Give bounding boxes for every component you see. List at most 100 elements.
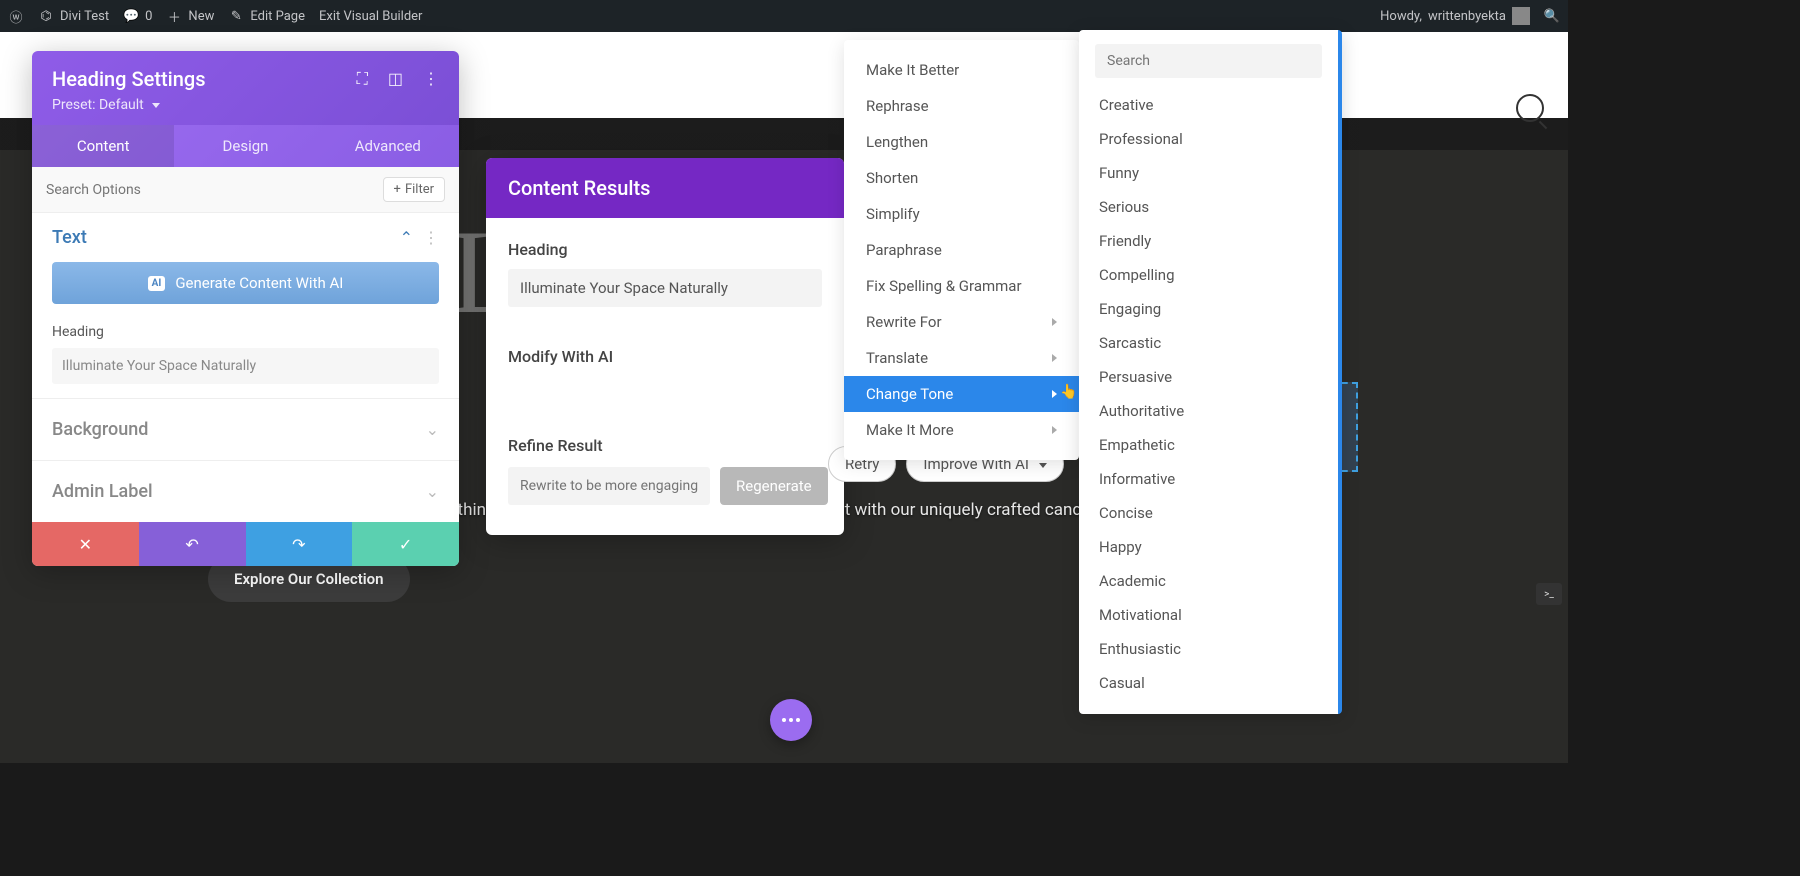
content-results-title: Content Results	[486, 158, 844, 218]
tone-item-compelling[interactable]: Compelling	[1095, 258, 1322, 292]
heading-input[interactable]	[52, 348, 439, 384]
heading-field-label: Heading	[52, 324, 439, 340]
avatar	[1512, 7, 1530, 25]
search-options-input[interactable]	[46, 182, 383, 198]
wp-logo[interactable]: ⓦ	[8, 8, 24, 24]
plus-icon: +	[394, 182, 401, 197]
cursor-icon: 👆	[1060, 384, 1077, 400]
wordpress-icon: ⓦ	[8, 8, 24, 24]
settings-tabs: Content Design Advanced	[32, 125, 459, 167]
redo-button[interactable]: ↷	[246, 522, 353, 566]
save-button[interactable]: ✓	[352, 522, 459, 566]
result-heading-label: Heading	[508, 240, 822, 259]
undo-button[interactable]: ↶	[139, 522, 246, 566]
ai-item-translate[interactable]: Translate	[844, 340, 1079, 376]
ai-item-fix-spelling-grammar[interactable]: Fix Spelling & Grammar	[844, 268, 1079, 304]
exit-vb-label: Exit Visual Builder	[319, 9, 422, 24]
preset-selector[interactable]: Preset: Default	[52, 97, 439, 113]
wp-admin-bar: ⓦ ⌬Divi Test 💬0 ＋New ✎Edit Page Exit Vis…	[0, 0, 1568, 32]
tone-submenu: CreativeProfessionalFunnySeriousFriendly…	[1079, 30, 1342, 714]
ai-item-rewrite-for[interactable]: Rewrite For	[844, 304, 1079, 340]
chevron-right-icon	[1052, 352, 1057, 365]
howdy-user: writtenbyekta	[1428, 9, 1506, 24]
tone-item-creative[interactable]: Creative	[1095, 88, 1322, 122]
site-name[interactable]: ⌬ Divi Test	[38, 8, 109, 24]
tab-design[interactable]: Design	[174, 125, 316, 167]
preset-label: Preset: Default	[52, 97, 144, 113]
refine-result-label: Refine Result	[508, 436, 822, 455]
chevron-up-icon[interactable]: ⌃	[400, 228, 413, 247]
ai-actions-menu: Make It BetterRephraseLengthenShortenSim…	[844, 40, 1079, 460]
tone-item-motivational[interactable]: Motivational	[1095, 598, 1322, 632]
tone-item-informative[interactable]: Informative	[1095, 462, 1322, 496]
comments-count: 0	[145, 9, 152, 24]
dashboard-icon: ⌬	[38, 8, 54, 24]
refine-input[interactable]	[508, 467, 710, 505]
tone-item-engaging[interactable]: Engaging	[1095, 292, 1322, 326]
new-label: New	[188, 9, 214, 24]
generate-content-ai-button[interactable]: AIGenerate Content With AI	[52, 262, 439, 304]
tone-item-authoritative[interactable]: Authoritative	[1095, 394, 1322, 428]
expand-icon[interactable]: ⛶	[357, 69, 368, 89]
tone-item-sarcastic[interactable]: Sarcastic	[1095, 326, 1322, 360]
section-more-icon[interactable]: ⋮	[423, 228, 439, 247]
cancel-button[interactable]: ✕	[32, 522, 139, 566]
search-toggle[interactable]: 🔍	[1544, 8, 1560, 24]
ai-item-make-it-better[interactable]: Make It Better	[844, 52, 1079, 88]
modify-with-ai-label: Modify With AI	[508, 347, 822, 366]
divi-fab-button[interactable]	[770, 699, 812, 741]
admin-label-section-title[interactable]: Admin Label	[52, 481, 153, 502]
ai-item-rephrase[interactable]: Rephrase	[844, 88, 1079, 124]
ai-item-change-tone[interactable]: Change Tone	[844, 376, 1079, 412]
tab-advanced[interactable]: Advanced	[317, 125, 459, 167]
ai-item-make-it-more[interactable]: Make It More	[844, 412, 1079, 448]
ai-item-lengthen[interactable]: Lengthen	[844, 124, 1079, 160]
panel-title: Heading Settings	[52, 67, 206, 91]
tone-item-academic[interactable]: Academic	[1095, 564, 1322, 598]
exit-vb-link[interactable]: Exit Visual Builder	[319, 9, 422, 24]
tone-item-concise[interactable]: Concise	[1095, 496, 1322, 530]
tone-search-input[interactable]	[1095, 44, 1322, 78]
result-heading-value: Illuminate Your Space Naturally	[508, 269, 822, 307]
chevron-right-icon	[1052, 424, 1057, 437]
chevron-down-icon[interactable]: ⌄	[426, 482, 439, 501]
dev-console-badge[interactable]: >_	[1536, 583, 1562, 605]
filter-label: Filter	[405, 182, 434, 197]
snap-icon[interactable]: ◫	[388, 69, 403, 89]
comment-icon: 💬	[123, 8, 139, 24]
text-section-title[interactable]: Text	[52, 227, 87, 248]
background-section-title[interactable]: Background	[52, 419, 148, 440]
chevron-down-icon	[148, 97, 160, 113]
filter-button[interactable]: + Filter	[383, 177, 445, 202]
content-results-panel: Content Results Heading Illuminate Your …	[486, 158, 844, 535]
ai-item-paraphrase[interactable]: Paraphrase	[844, 232, 1079, 268]
tone-item-funny[interactable]: Funny	[1095, 156, 1322, 190]
more-icon[interactable]: ⋮	[423, 69, 439, 89]
tone-item-casual[interactable]: Casual	[1095, 666, 1322, 700]
ai-item-simplify[interactable]: Simplify	[844, 196, 1079, 232]
comments-link[interactable]: 💬0	[123, 8, 152, 24]
tone-item-enthusiastic[interactable]: Enthusiastic	[1095, 632, 1322, 666]
ai-item-shorten[interactable]: Shorten	[844, 160, 1079, 196]
close-icon: ✕	[79, 535, 92, 554]
theme-search-icon[interactable]	[1516, 94, 1544, 122]
ai-badge-icon: AI	[148, 276, 166, 291]
new-link[interactable]: ＋New	[166, 8, 214, 24]
pencil-icon: ✎	[228, 8, 244, 24]
tone-item-professional[interactable]: Professional	[1095, 122, 1322, 156]
tone-item-friendly[interactable]: Friendly	[1095, 224, 1322, 258]
chevron-down-icon[interactable]: ⌄	[426, 420, 439, 439]
tone-item-empathetic[interactable]: Empathetic	[1095, 428, 1322, 462]
site-name-label: Divi Test	[60, 9, 109, 24]
undo-icon: ↶	[185, 535, 198, 554]
regenerate-button[interactable]: Regenerate	[720, 467, 828, 505]
tone-item-persuasive[interactable]: Persuasive	[1095, 360, 1322, 394]
redo-icon: ↷	[292, 535, 305, 554]
tone-item-serious[interactable]: Serious	[1095, 190, 1322, 224]
tone-item-happy[interactable]: Happy	[1095, 530, 1322, 564]
tab-content[interactable]: Content	[32, 125, 174, 167]
check-icon: ✓	[399, 535, 412, 554]
howdy-link[interactable]: Howdy, writtenbyekta	[1380, 7, 1530, 25]
edit-page-link[interactable]: ✎Edit Page	[228, 8, 305, 24]
search-icon: 🔍	[1544, 8, 1560, 24]
